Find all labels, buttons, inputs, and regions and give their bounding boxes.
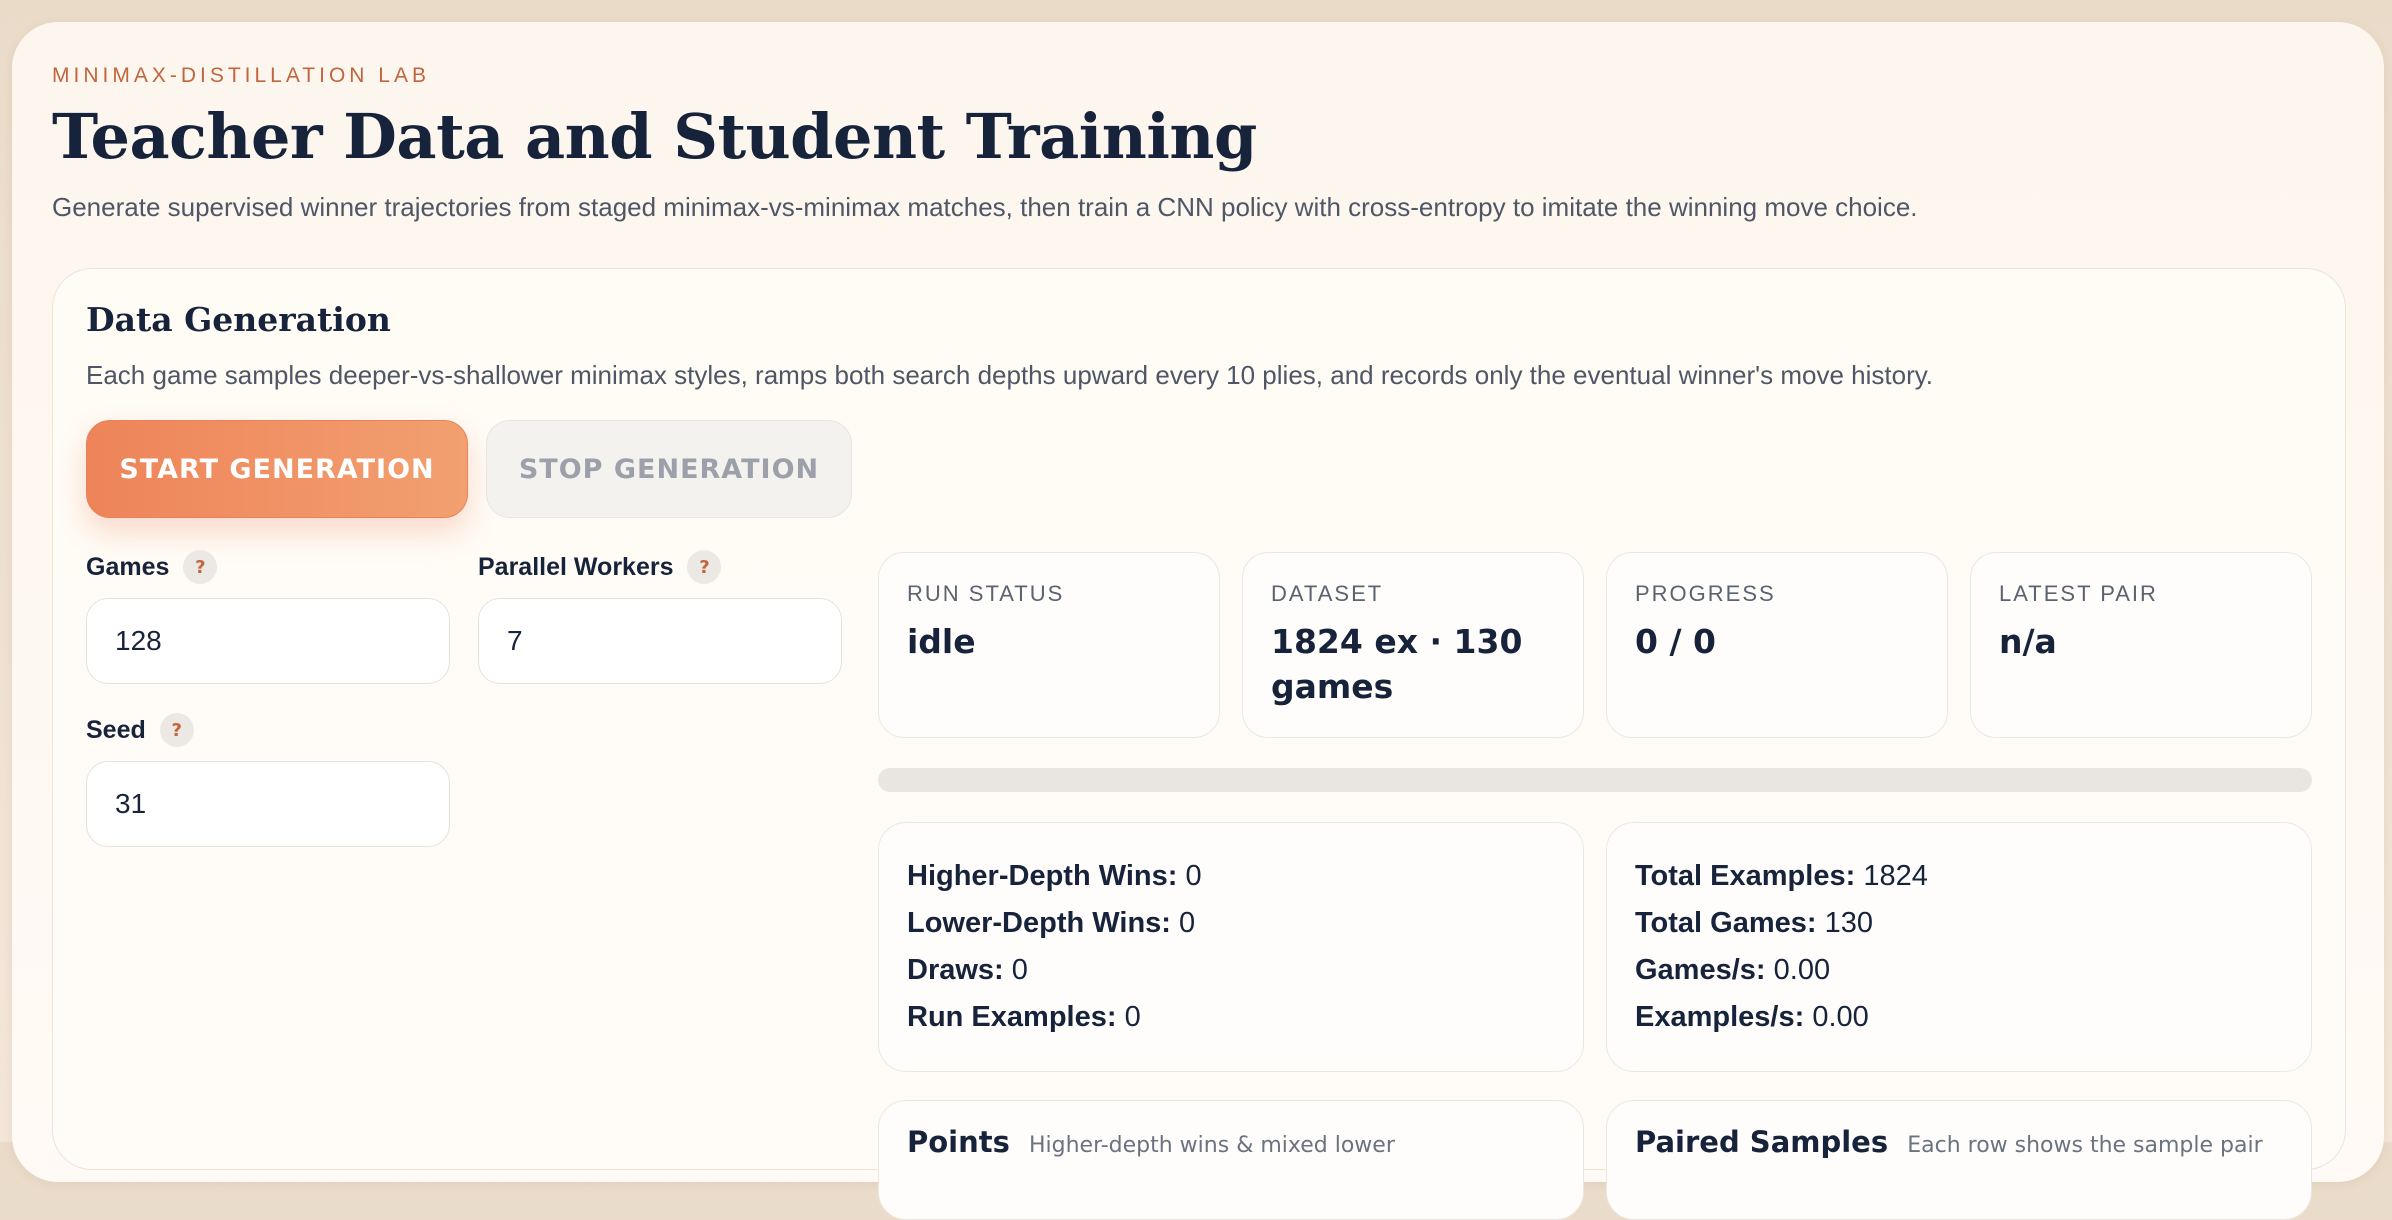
workers-input[interactable] [478, 598, 842, 684]
eyebrow-label: MINIMAX-DISTILLATION LAB [52, 64, 430, 87]
progress-card: PROGRESS 0 / 0 [1606, 552, 1948, 738]
run-examples-row: Run Examples: 0 [907, 1001, 1141, 1033]
workers-label-text: Parallel Workers [478, 552, 674, 581]
totals-metrics-box: Total Examples: 1824 Total Games: 130 Ga… [1606, 822, 2312, 1072]
higher-depth-wins-value: 0 [1185, 860, 1202, 892]
run-status-value: idle [907, 622, 976, 661]
run-examples-value: 0 [1124, 1001, 1141, 1033]
page-subtitle: Generate supervised winner trajectories … [52, 192, 1918, 222]
points-box: Points Higher-depth wins & mixed lower [878, 1100, 1584, 1220]
games-field-label: Games ? [86, 550, 218, 584]
examples-per-second-value: 0.00 [1812, 1001, 1869, 1033]
higher-depth-wins-row: Higher-Depth Wins: 0 [907, 860, 1202, 892]
points-box-subtitle: Higher-depth wins & mixed lower [1028, 1133, 1395, 1158]
paired-samples-title: Paired Samples [1635, 1125, 1889, 1159]
latest-pair-value: n/a [1999, 622, 2057, 661]
progress-value: 0 / 0 [1635, 622, 1716, 661]
paired-samples-subtitle: Each row shows the sample pair [1907, 1133, 2263, 1158]
points-box-title: Points [907, 1125, 1010, 1159]
dataset-label: DATASET [1271, 581, 1384, 606]
dataset-value: 1824 ex · 130 games [1271, 622, 1523, 706]
total-examples-row: Total Examples: 1824 [1635, 860, 1928, 892]
progress-bar [878, 768, 2312, 792]
lower-depth-wins-row: Lower-Depth Wins: 0 [907, 907, 1196, 939]
run-status-label: RUN STATUS [907, 581, 1065, 606]
total-games-row: Total Games: 130 [1635, 907, 1874, 939]
seed-field-label: Seed ? [86, 713, 194, 747]
lower-depth-wins-value: 0 [1179, 907, 1196, 939]
seed-help-icon[interactable]: ? [159, 713, 194, 747]
run-status-card: RUN STATUS idle [878, 552, 1220, 738]
progress-label: PROGRESS [1635, 581, 1776, 606]
games-help-icon[interactable]: ? [183, 550, 218, 584]
games-per-second-row: Games/s: 0.00 [1635, 954, 1831, 986]
total-games-value: 130 [1824, 907, 1874, 939]
seed-input[interactable] [86, 761, 450, 847]
games-label-text: Games [86, 552, 170, 581]
examples-per-second-row: Examples/s: 0.00 [1635, 1001, 1869, 1033]
page-title: Teacher Data and Student Training [52, 100, 1257, 173]
latest-pair-label: LATEST PAIR [1999, 581, 2158, 606]
panel-description: Each game samples deeper-vs-shallower mi… [86, 360, 1934, 390]
stop-generation-button[interactable]: STOP GENERATION [486, 420, 852, 518]
workers-field-label: Parallel Workers ? [478, 550, 722, 584]
seed-label-text: Seed [86, 715, 146, 744]
games-input[interactable] [86, 598, 450, 684]
games-per-second-value: 0.00 [1773, 954, 1831, 986]
workers-help-icon[interactable]: ? [687, 550, 722, 584]
latest-pair-card: LATEST PAIR n/a [1970, 552, 2312, 738]
results-metrics-box: Higher-Depth Wins: 0 Lower-Depth Wins: 0… [878, 822, 1584, 1072]
panel-title: Data Generation [86, 300, 391, 339]
paired-samples-box: Paired Samples Each row shows the sample… [1606, 1100, 2312, 1220]
draws-row: Draws: 0 [907, 954, 1028, 986]
draws-value: 0 [1011, 954, 1028, 986]
start-generation-button[interactable]: START GENERATION [86, 420, 468, 518]
dataset-card: DATASET 1824 ex · 130 games [1242, 552, 1584, 738]
total-examples-value: 1824 [1863, 860, 1928, 892]
